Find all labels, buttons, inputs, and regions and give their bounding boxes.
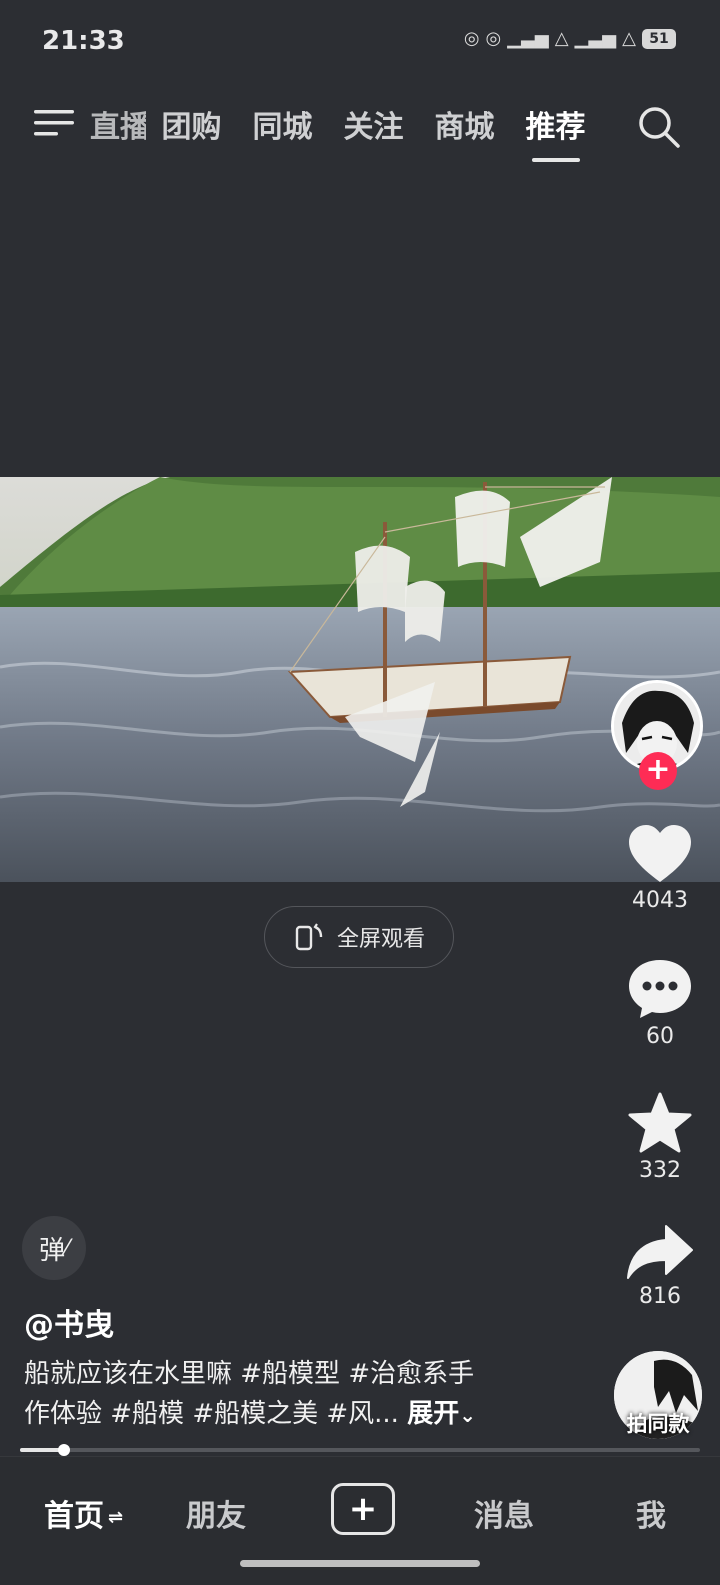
tab-bar: 直播 团购 同城 关注 商城 推荐: [90, 102, 601, 162]
status-icons: ◎ ◎ ▁▃▅ △ ▁▃▅ △ 51: [464, 28, 676, 49]
signal-5g-icon: ▁▃▅: [574, 28, 617, 49]
status-time: 21:33: [42, 26, 125, 56]
wifi-icon: △: [622, 28, 636, 49]
fullscreen-label: 全屏观看: [336, 927, 425, 952]
nav-messages[interactable]: 消息: [474, 1491, 534, 1535]
plus-icon: +: [348, 1489, 378, 1529]
caption[interactable]: 船就应该在水里嘛 #船模型 #治愈系手 作体验 #船模 #船模之美 #风... …: [24, 1354, 604, 1435]
active-tab-indicator: [531, 158, 580, 162]
comment-icon: [629, 960, 691, 1018]
expand-label: 展开: [407, 1399, 460, 1429]
rotate-screen-icon: [295, 923, 323, 951]
caption-line-2: 作体验 #船模 #船模之美 #风... 展开⌄: [24, 1394, 604, 1435]
tab-local[interactable]: 同城: [237, 102, 328, 146]
favorite-action[interactable]: 332: [620, 1092, 700, 1183]
signal-5g-icon: ▁▃▅: [507, 28, 549, 49]
danmu-slash-icon: ⁄: [65, 1235, 69, 1261]
chevron-down-icon: ⌄: [459, 1403, 476, 1427]
caption-line-2-text: 作体验 #船模 #船模之美 #风...: [24, 1399, 408, 1429]
progress-handle[interactable]: [57, 1444, 70, 1456]
caption-line-1: 船就应该在水里嘛 #船模型 #治愈系手: [24, 1359, 475, 1389]
wifi-icon: △: [554, 28, 569, 49]
home-indicator[interactable]: [240, 1560, 480, 1567]
nav-home[interactable]: 首页 ⇌: [44, 1491, 123, 1535]
share-action[interactable]: 816: [620, 1224, 700, 1309]
star-icon: [628, 1092, 692, 1153]
author-avatar-wrap[interactable]: +: [611, 680, 703, 790]
tab-recommend[interactable]: 推荐: [510, 102, 601, 162]
menu-icon[interactable]: [34, 106, 76, 140]
like-action[interactable]: 4043: [620, 824, 700, 913]
comment-action[interactable]: 60: [620, 958, 700, 1049]
fullscreen-button[interactable]: 全屏观看: [264, 906, 454, 968]
nfc-icon: ◎: [485, 28, 502, 49]
status-bar: 21:33 ◎ ◎ ▁▃▅ △ ▁▃▅ △ 51: [0, 0, 720, 80]
tab-live[interactable]: 直播: [90, 102, 146, 146]
nav-home-label: 首页: [44, 1499, 104, 1534]
heart-icon: [629, 825, 691, 882]
nfc-icon: ◎: [463, 28, 480, 49]
tab-following[interactable]: 关注: [328, 102, 419, 146]
tab-group-buy[interactable]: 团购: [146, 102, 237, 146]
same-style-label: 拍同款: [626, 1412, 690, 1436]
search-icon[interactable]: [636, 104, 682, 150]
danmu-toggle-button[interactable]: 弹 ⁄: [22, 1216, 86, 1280]
author-name[interactable]: @书曳: [24, 1300, 114, 1344]
nav-friends[interactable]: 朋友: [186, 1491, 246, 1535]
like-count: 4043: [632, 888, 688, 913]
tab-mall[interactable]: 商城: [419, 102, 510, 146]
follow-button[interactable]: +: [639, 752, 677, 790]
share-arrow-icon: [627, 1225, 693, 1279]
create-post-button[interactable]: +: [331, 1483, 395, 1535]
expand-button[interactable]: 展开⌄: [407, 1399, 476, 1429]
nav-me[interactable]: 我: [636, 1491, 666, 1535]
share-count: 816: [639, 1284, 681, 1309]
top-nav: 直播 团购 同城 关注 商城 推荐: [0, 96, 720, 162]
tab-recommend-label: 推荐: [525, 110, 586, 145]
progress-fill: [20, 1448, 64, 1452]
battery-icon: 51: [642, 28, 676, 49]
favorite-count: 332: [639, 1158, 681, 1183]
danmu-label: 弹: [39, 1235, 66, 1266]
comment-count: 60: [646, 1024, 674, 1049]
swap-icon: ⇌: [108, 1507, 124, 1528]
video-progress-bar[interactable]: [20, 1444, 700, 1456]
